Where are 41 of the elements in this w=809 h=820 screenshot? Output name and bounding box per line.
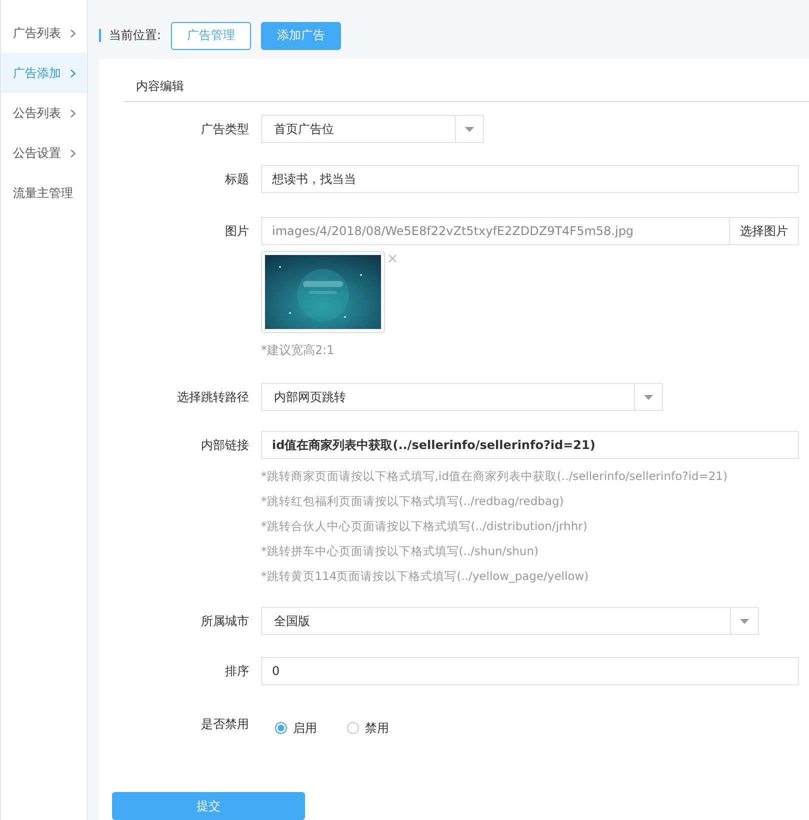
hint-text: *跳转拼车中心页面请按以下格式填写(../shun/shun) (261, 543, 540, 559)
input-field[interactable]: 想读书，找当当 (261, 165, 799, 193)
select-field[interactable]: 首页广告位 (261, 115, 484, 143)
input-field[interactable]: images/4/2018/08/We5E8f22vZt5txyfE2ZDDZ9T4F5m58.jpg (261, 217, 730, 245)
field-label: 广告类型 (200, 121, 250, 138)
field-label: 排序 (224, 663, 250, 680)
chevron-icon (70, 108, 76, 118)
hint-text: *跳转合伙人中心页面请按以下格式填写(../distribution/jrhhr) (261, 518, 588, 534)
radio-label: 禁用 (365, 720, 389, 736)
field-label: 图片 (224, 223, 250, 240)
select-field[interactable]: 全国版 (261, 607, 759, 635)
hint-text: *建议宽高2:1 (261, 342, 336, 358)
input-field[interactable]: id值在商家列表中获取(../sellerinfo/sellerinfo?id=21) (261, 431, 799, 459)
field-label: 标题 (224, 171, 250, 188)
caret-icon (740, 618, 749, 624)
hint-text: *跳转商家页面请按以下格式填写,id值在商家列表中获取(../sellerinfo/sellerinfo?id=21) (261, 468, 728, 484)
hint-text: *跳转黄页114页面请按以下格式填写(../yellow_page/yellow) (261, 568, 590, 584)
sidebar-item[interactable]: 公告列表 (1, 93, 87, 133)
chevron-icon (70, 68, 76, 78)
sidebar-item[interactable]: 流量主管理 (1, 173, 87, 213)
chevron-icon (70, 28, 76, 38)
choose-image-button[interactable]: 选择图片 (730, 217, 799, 245)
accent-bar (99, 29, 101, 42)
input-field[interactable]: 0 (261, 657, 799, 685)
hint-text: *跳转红包福利页面请按以下格式填写(../redbag/redbag) (261, 493, 565, 509)
caret-icon (465, 126, 474, 132)
radio-button[interactable] (347, 722, 359, 734)
radio-button[interactable] (275, 722, 287, 734)
breadcrumb-label: 当前位置: (109, 27, 162, 44)
sidebar-item[interactable]: 公告设置 (1, 133, 87, 173)
close-icon (388, 254, 397, 263)
select-field[interactable]: 内部网页跳转 (261, 383, 663, 411)
field-label: 内部链接 (200, 437, 250, 454)
sidebar-item[interactable]: 广告列表 (1, 13, 87, 53)
caret-icon (644, 394, 653, 400)
field-label: 选择跳转路径 (176, 389, 250, 406)
field-label: 所属城市 (200, 613, 250, 630)
field-label: 是否禁用 (200, 716, 250, 733)
section-title: 内容编辑 (135, 78, 184, 95)
chevron-icon (70, 148, 76, 158)
radio-label: 启用 (293, 720, 317, 736)
